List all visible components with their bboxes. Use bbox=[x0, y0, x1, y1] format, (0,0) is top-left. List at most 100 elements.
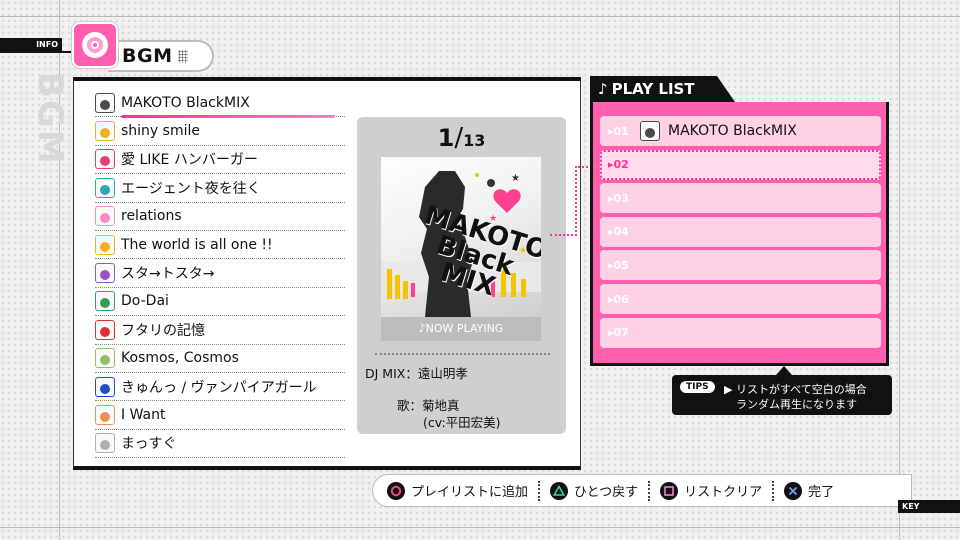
button-guide-bar: プレイリストに追加 ひとつ戻す リストクリア 完了 bbox=[372, 474, 912, 507]
character-avatar-icon bbox=[95, 319, 115, 340]
song-title: フタリの記憶 bbox=[121, 322, 205, 339]
now-playing-label: ♪NOW PLAYING bbox=[381, 317, 541, 341]
song-title: shiny smile bbox=[121, 123, 200, 140]
playlist-slot[interactable]: ▸03 bbox=[600, 183, 881, 214]
grid-icon bbox=[178, 49, 189, 63]
character-avatar-icon bbox=[640, 121, 660, 141]
song-select-panel: MAKOTO BlackMIX shiny smile 愛 LIKE ハンバーガーエ… bbox=[73, 77, 581, 470]
vertical-page-title: BGM bbox=[30, 72, 70, 166]
song-title: I Want bbox=[121, 406, 166, 423]
undo-label: ひとつ戻す bbox=[574, 485, 639, 500]
song-title: relations bbox=[121, 208, 182, 225]
character-avatar-icon bbox=[95, 92, 115, 113]
vocal-credit: 歌：菊地真 (cv:平田宏美) bbox=[397, 397, 501, 431]
song-list-item[interactable]: きゅんっ / ヴァンパイアガール bbox=[95, 373, 345, 402]
add-to-playlist-label: プレイリストに追加 bbox=[411, 485, 529, 500]
song-title: エージェント夜を往く bbox=[121, 180, 261, 197]
song-list-item[interactable]: エージェント夜を往く bbox=[95, 174, 345, 203]
track-counter: 1/13 bbox=[437, 123, 486, 153]
square-button-icon bbox=[660, 481, 679, 500]
divider bbox=[375, 353, 550, 355]
playlist-slot-number: ▸05 bbox=[608, 258, 629, 272]
character-avatar-icon bbox=[95, 376, 115, 397]
clear-list-label: リストクリア bbox=[684, 485, 763, 500]
playlist-slot-number: ▸02 bbox=[608, 158, 629, 172]
playlist-slot[interactable]: ▸04 bbox=[600, 216, 881, 247]
song-list-item[interactable]: まっすぐ bbox=[95, 430, 345, 459]
tips-line-1: ▶ リストがすべて空白の場合 bbox=[724, 383, 867, 396]
playlist-slot[interactable]: ▸05 bbox=[600, 250, 881, 281]
dj-mix-credit: DJ MIX：遠山明孝 bbox=[365, 366, 468, 381]
song-title: Kosmos, Cosmos bbox=[121, 350, 239, 367]
playlist-slot-number: ▸03 bbox=[608, 191, 629, 205]
done-label: 完了 bbox=[808, 485, 835, 500]
info-tab: INFO bbox=[0, 38, 62, 51]
song-title: スタ→トスタ→ bbox=[121, 266, 215, 283]
svg-text:★: ★ bbox=[511, 173, 520, 184]
song-detail-card: 1/13 ★ ★ ★ MAKOTO Black MIX ♪NOW PLAYING… bbox=[357, 117, 566, 434]
key-tab: KEY bbox=[898, 500, 960, 513]
playlist-slot-number: ▸07 bbox=[608, 326, 629, 340]
undo-button[interactable]: ひとつ戻す bbox=[550, 475, 638, 506]
song-list-item[interactable]: MAKOTO BlackMIX bbox=[95, 89, 345, 119]
song-list-item[interactable]: 愛 LIKE ハンバーガー bbox=[95, 146, 345, 175]
grid-line bbox=[0, 16, 960, 17]
playlist-slot-number: ▸01 bbox=[608, 124, 629, 138]
song-list-item[interactable]: The world is all one !! bbox=[95, 231, 345, 260]
playlist-title: PLAY LIST bbox=[611, 80, 695, 98]
song-list-item[interactable]: スタ→トスタ→ bbox=[95, 259, 345, 288]
grid-line bbox=[0, 527, 960, 528]
grid-line bbox=[899, 0, 900, 540]
clear-list-button[interactable]: リストクリア bbox=[660, 475, 762, 506]
song-list-item[interactable]: shiny smile bbox=[95, 117, 345, 146]
tips-line-2: ランダム再生になります bbox=[736, 398, 857, 411]
playlist-slot[interactable]: ▸07 bbox=[600, 317, 881, 348]
playlist-panel: ▸01 MAKOTO BlackMIX ▸02 ▸03 ▸04 ▸05 ▸06 ▸07 bbox=[590, 102, 889, 366]
song-title: The world is all one !! bbox=[121, 236, 273, 253]
track-total: 13 bbox=[463, 131, 486, 150]
character-avatar-icon bbox=[95, 234, 115, 255]
vocal-name: 歌：菊地真 bbox=[397, 398, 460, 413]
triangle-button-icon bbox=[550, 481, 569, 500]
character-avatar-icon bbox=[95, 206, 115, 227]
character-avatar-icon bbox=[95, 121, 115, 142]
character-avatar-icon bbox=[95, 404, 115, 425]
disc-icon bbox=[82, 32, 108, 58]
circle-button-icon bbox=[387, 481, 405, 500]
connector-line bbox=[575, 166, 577, 236]
song-list-item[interactable]: Kosmos, Cosmos bbox=[95, 345, 345, 373]
playlist-slot[interactable]: ▸06 bbox=[600, 284, 881, 314]
song-title: 愛 LIKE ハンバーガー bbox=[121, 152, 258, 169]
done-button[interactable]: 完了 bbox=[784, 475, 834, 506]
music-note-icon: ♪ bbox=[598, 80, 608, 98]
song-title: MAKOTO BlackMIX bbox=[121, 94, 250, 111]
playlist-slot[interactable]: ▸02 bbox=[600, 149, 881, 180]
playlist-slot-number: ▸06 bbox=[608, 292, 629, 306]
song-title: Do-Dai bbox=[121, 293, 169, 310]
connector-line bbox=[550, 234, 577, 236]
bgm-title-pill: BGM bbox=[108, 40, 214, 72]
divider bbox=[538, 480, 541, 501]
character-avatar-icon bbox=[95, 149, 115, 170]
add-to-playlist-button[interactable]: プレイリストに追加 bbox=[387, 475, 528, 506]
song-list-item[interactable]: Do-Dai bbox=[95, 288, 345, 317]
song-list-item[interactable]: relations bbox=[95, 203, 345, 231]
divider bbox=[648, 480, 651, 501]
tips-badge: TIPS bbox=[680, 381, 715, 393]
character-avatar-icon bbox=[95, 263, 115, 284]
song-list-item[interactable]: フタリの記憶 bbox=[95, 316, 345, 345]
playlist-slot[interactable]: ▸01 MAKOTO BlackMIX bbox=[600, 116, 881, 146]
album-jacket: ★ ★ ★ MAKOTO Black MIX bbox=[381, 157, 541, 317]
disc-icon-box bbox=[72, 22, 118, 68]
playlist-slot-number: ▸04 bbox=[608, 225, 629, 239]
character-avatar-icon bbox=[95, 348, 115, 369]
character-avatar-icon bbox=[95, 433, 115, 454]
character-avatar-icon bbox=[95, 291, 115, 312]
divider bbox=[772, 480, 775, 501]
vocal-cv: (cv:平田宏美) bbox=[423, 415, 501, 430]
playlist-slot-title: MAKOTO BlackMIX bbox=[668, 123, 797, 139]
character-avatar-icon bbox=[95, 177, 115, 198]
cross-button-icon bbox=[784, 481, 803, 500]
tips-box: TIPS ▶ リストがすべて空白の場合 ランダム再生になります bbox=[672, 366, 892, 415]
song-list-item[interactable]: I Want bbox=[95, 401, 345, 430]
